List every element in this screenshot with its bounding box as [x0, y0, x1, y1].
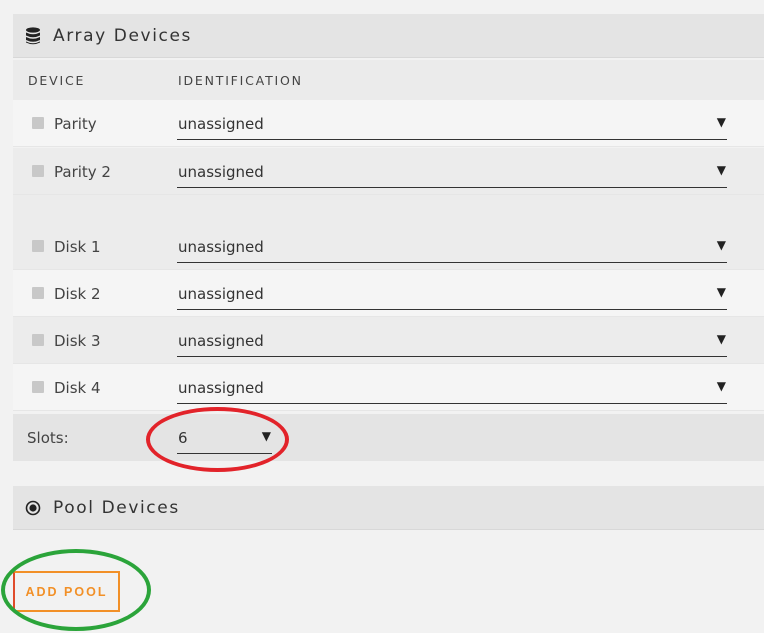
device-label: Parity [54, 115, 97, 133]
device-label: Disk 3 [54, 332, 101, 350]
identification-select[interactable]: unassigned ▼ [177, 371, 727, 404]
pool-devices-title: Pool Devices [53, 497, 180, 518]
device-label: Disk 4 [54, 379, 101, 397]
device-row-disk-2: Disk 2 unassigned ▼ [13, 270, 764, 317]
dropdown-arrow-icon: ▼ [716, 163, 726, 177]
identification-select[interactable]: unassigned ▼ [177, 324, 727, 357]
red-highlight-circle [146, 407, 289, 472]
identification-column-header: IDENTIFICATION [178, 73, 303, 88]
identification-select[interactable]: unassigned ▼ [177, 277, 727, 310]
device-row-parity-2: Parity 2 unassigned ▼ [13, 148, 764, 195]
device-label: Disk 1 [54, 238, 101, 256]
dropdown-arrow-icon: ▼ [716, 379, 726, 393]
pool-devices-header: Pool Devices [13, 486, 764, 530]
device-checkbox[interactable] [32, 117, 44, 129]
identification-select[interactable]: unassigned ▼ [177, 230, 727, 263]
column-header-row: DEVICE IDENTIFICATION [13, 60, 764, 100]
select-value: unassigned [178, 238, 264, 256]
select-value: unassigned [178, 285, 264, 303]
device-row-disk-1: Disk 1 unassigned ▼ [13, 223, 764, 270]
device-row-disk-3: Disk 3 unassigned ▼ [13, 317, 764, 364]
device-label: Parity 2 [54, 163, 111, 181]
dropdown-arrow-icon: ▼ [716, 332, 726, 346]
dropdown-arrow-icon: ▼ [716, 238, 726, 252]
device-label: Disk 2 [54, 285, 101, 303]
dropdown-arrow-icon: ▼ [716, 285, 726, 299]
identification-select[interactable]: unassigned ▼ [177, 155, 727, 188]
device-checkbox[interactable] [32, 240, 44, 252]
device-column-header: DEVICE [28, 73, 86, 88]
target-icon [24, 499, 42, 517]
device-checkbox[interactable] [32, 287, 44, 299]
select-value: unassigned [178, 115, 264, 133]
green-highlight-circle [1, 549, 151, 631]
array-devices-title: Array Devices [53, 25, 192, 46]
device-row-disk-4: Disk 4 unassigned ▼ [13, 364, 764, 411]
select-value: unassigned [178, 163, 264, 181]
slots-label: Slots: [27, 429, 69, 447]
row-spacer [13, 195, 764, 223]
database-icon [24, 26, 42, 45]
array-devices-header: Array Devices [13, 14, 764, 58]
device-checkbox[interactable] [32, 381, 44, 393]
dropdown-arrow-icon: ▼ [716, 115, 726, 129]
slots-row: Slots: 6 ▼ [13, 414, 764, 461]
device-checkbox[interactable] [32, 334, 44, 346]
device-checkbox[interactable] [32, 165, 44, 177]
select-value: unassigned [178, 379, 264, 397]
select-value: unassigned [178, 332, 264, 350]
device-row-parity: Parity unassigned ▼ [13, 100, 764, 147]
identification-select[interactable]: unassigned ▼ [177, 107, 727, 140]
